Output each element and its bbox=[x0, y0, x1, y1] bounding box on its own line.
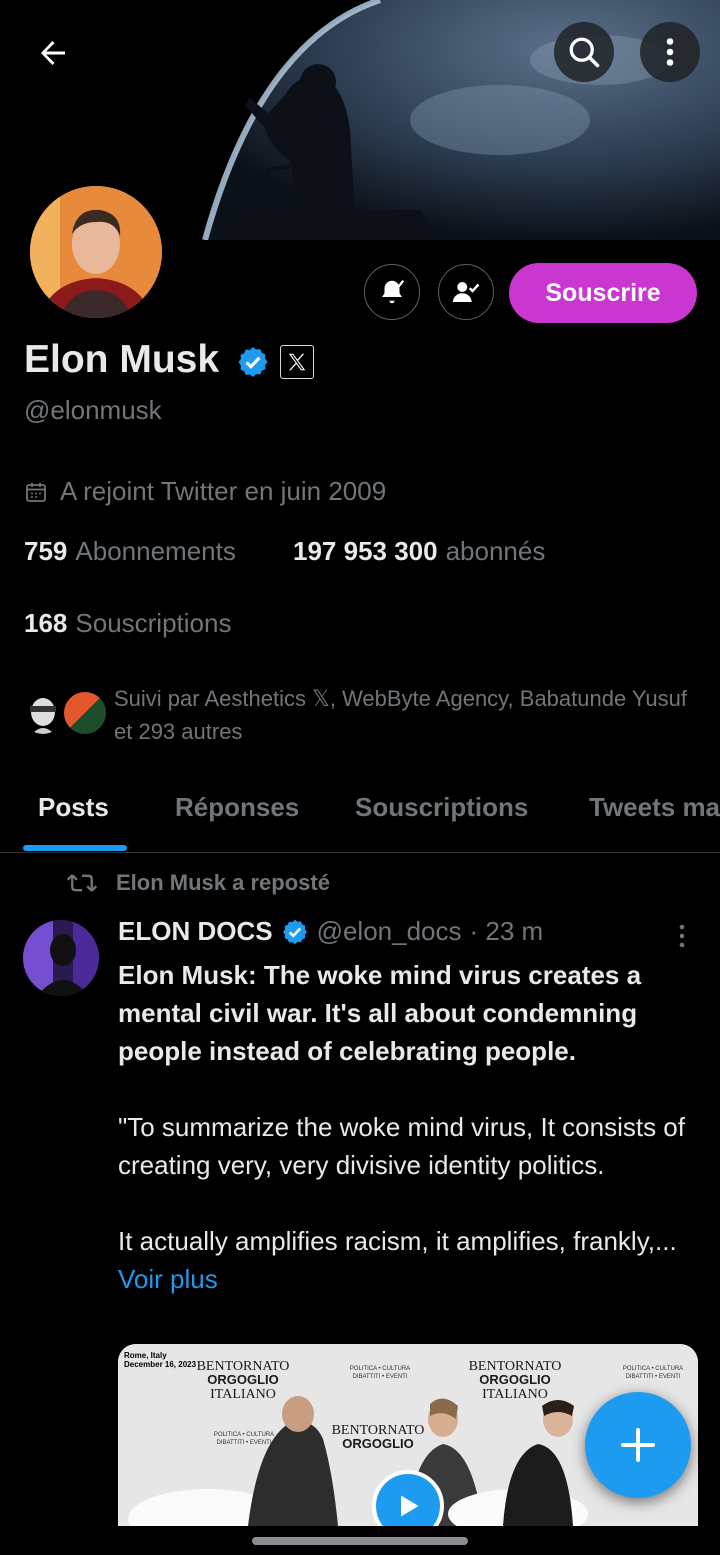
media-sign-2-line3: ITALIANO bbox=[482, 1387, 548, 1402]
repost-label: Elon Musk a reposté bbox=[116, 870, 330, 895]
joined-date: A rejoint Twitter en juin 2009 bbox=[24, 476, 386, 507]
more-button[interactable] bbox=[640, 22, 700, 82]
compose-button[interactable] bbox=[585, 1392, 691, 1498]
arrow-left-icon bbox=[41, 41, 65, 65]
bell-check-icon bbox=[382, 280, 405, 304]
post-avatar-image bbox=[23, 920, 99, 996]
profile-name-text: Elon Musk bbox=[24, 338, 220, 381]
media-location: Rome, Italy bbox=[124, 1351, 167, 1360]
avatar-image bbox=[30, 186, 162, 318]
post-paragraph-2: "To summarize the woke mind virus, It co… bbox=[118, 1112, 685, 1180]
follower-avatar-2: ​ bbox=[62, 690, 108, 736]
post-author-handle[interactable]: @elon_docs bbox=[317, 916, 462, 947]
tab-subscriptions[interactable]: Souscriptions bbox=[355, 792, 528, 823]
media-sign-1-line3: ITALIANO bbox=[210, 1387, 276, 1402]
post-author-avatar[interactable] bbox=[23, 920, 99, 996]
tab-posts[interactable]: Posts bbox=[38, 792, 109, 823]
profile-avatar[interactable] bbox=[26, 182, 166, 322]
search-button[interactable] bbox=[554, 22, 614, 82]
search-icon bbox=[569, 37, 600, 68]
back-button[interactable] bbox=[22, 22, 84, 84]
post-time: · 23 m bbox=[469, 916, 544, 946]
calendar-icon bbox=[26, 482, 46, 502]
x-logo-icon bbox=[288, 353, 306, 371]
following-label: Abonnements bbox=[75, 536, 236, 566]
x-affiliate-badge[interactable] bbox=[280, 345, 314, 379]
verified-badge-icon[interactable] bbox=[236, 345, 270, 379]
notifications-button[interactable] bbox=[364, 264, 420, 320]
media-small-4: DIBATTITI • EVENTI bbox=[626, 1374, 681, 1380]
post-paragraph-3-text: It actually amplifies racism, it amplifi… bbox=[118, 1226, 677, 1256]
followed-by-avatars[interactable]: ​ bbox=[20, 690, 108, 736]
plus-icon bbox=[621, 1428, 655, 1462]
post-author-name[interactable]: ELON DOCS bbox=[118, 916, 273, 947]
statue-icon bbox=[30, 698, 56, 734]
profile-tabs: Posts Réponses Souscriptions Tweets ma bbox=[0, 770, 720, 853]
home-indicator[interactable] bbox=[252, 1537, 468, 1545]
verified-badge-icon bbox=[282, 919, 307, 944]
media-sign-2-line2: ORGOGLIO bbox=[479, 1372, 551, 1387]
media-small-2: DIBATTITI • EVENTI bbox=[353, 1374, 408, 1380]
profile-name: Elon Musk bbox=[24, 338, 219, 382]
following-count: 759 bbox=[24, 536, 68, 566]
profile-handle: @elonmusk bbox=[24, 395, 162, 425]
repost-indicator[interactable]: Elon Musk a reposté bbox=[66, 870, 330, 896]
post-more-button[interactable] bbox=[668, 920, 696, 952]
followers-stat[interactable]: 197 953 300 abonnés bbox=[293, 536, 545, 567]
media-sign-3-line2: ORGOGLIO bbox=[342, 1436, 414, 1451]
see-more-link[interactable]: Voir plus bbox=[118, 1264, 218, 1294]
active-tab-indicator bbox=[23, 845, 127, 851]
media-small-1: POLITICA • CULTURA bbox=[350, 1366, 410, 1372]
post-paragraph-3: It actually amplifies racism, it amplifi… bbox=[118, 1222, 708, 1298]
following-button[interactable] bbox=[438, 264, 494, 320]
subscriptions-count: 168 bbox=[24, 608, 68, 638]
media-date: December 16, 2023 bbox=[124, 1360, 197, 1369]
media-small-3: POLITICA • CULTURA bbox=[623, 1366, 683, 1372]
subscriptions-label: Souscriptions bbox=[75, 608, 232, 638]
followers-label: abonnés bbox=[445, 536, 546, 566]
followed-by-text[interactable]: Suivi par Aesthetics 𝕏, WebByte Agency, … bbox=[114, 682, 694, 748]
play-icon bbox=[401, 1495, 419, 1517]
more-vertical-icon bbox=[679, 924, 685, 948]
post-header: ELON DOCS @elon_docs · 23 m bbox=[118, 916, 543, 947]
media-sign-1-line2: ORGOGLIO bbox=[207, 1372, 279, 1387]
subscriptions-stat[interactable]: 168 Souscriptions bbox=[24, 608, 231, 639]
followers-count: 197 953 300 bbox=[293, 536, 438, 566]
tab-replies[interactable]: Réponses bbox=[175, 792, 299, 823]
follower-avatar-1 bbox=[20, 690, 66, 736]
post-body[interactable]: Elon Musk: The woke mind virus creates a… bbox=[118, 956, 708, 1298]
joined-text: A rejoint Twitter en juin 2009 bbox=[60, 476, 387, 506]
tab-highlights[interactable]: Tweets ma bbox=[589, 792, 720, 823]
user-check-icon bbox=[452, 282, 480, 302]
repost-icon bbox=[66, 874, 98, 892]
more-vertical-icon bbox=[666, 38, 674, 66]
subscribe-button[interactable]: Souscrire bbox=[509, 263, 697, 323]
following-stat[interactable]: 759 Abonnements bbox=[24, 536, 236, 567]
media-small-6: DIBATTITI • EVENTI bbox=[217, 1440, 272, 1446]
post-lead-text: Elon Musk: The woke mind virus creates a… bbox=[118, 960, 642, 1066]
media-small-5: POLITICA • CULTURA bbox=[214, 1432, 274, 1438]
